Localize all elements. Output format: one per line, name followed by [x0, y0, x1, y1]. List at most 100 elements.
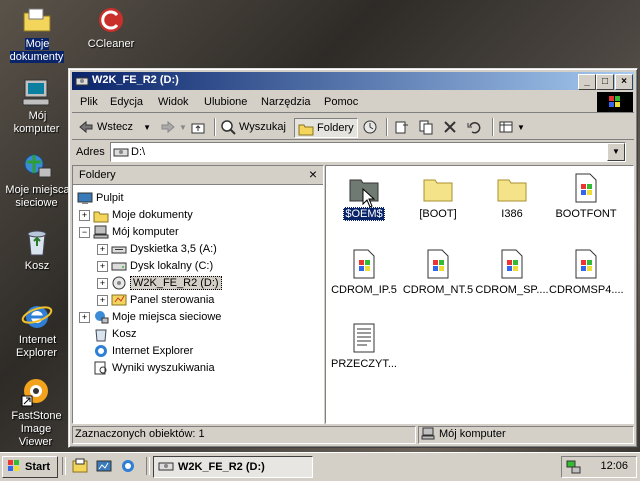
expand-icon[interactable]: + — [97, 261, 108, 272]
tree-label: Dyskietka 3,5 (A:) — [130, 243, 217, 255]
history-icon — [362, 119, 378, 135]
desktop-icon-label: CCleaner — [87, 38, 135, 50]
copy-to-icon — [418, 119, 434, 135]
close-folders-pane-button[interactable]: × — [309, 166, 317, 182]
delete-button[interactable] — [442, 118, 461, 136]
hard-drive-icon — [111, 258, 127, 274]
network-tray-icon[interactable] — [566, 459, 582, 478]
desktop-icon-faststone[interactable]: FastStone Image Viewer — [2, 376, 70, 449]
tree-item-floppy[interactable]: Dyskietka 3,5 (A:) — [111, 241, 217, 257]
tree-item-local-disk[interactable]: Dysk lokalny (C:) — [111, 258, 213, 274]
expand-icon[interactable]: + — [97, 295, 108, 306]
file-item-boot[interactable]: [BOOT] — [400, 172, 476, 220]
internet-explorer-icon — [93, 343, 109, 359]
up-folder-button[interactable] — [190, 118, 209, 136]
status-bar: Zaznaczonych obiektów: 1 Mój komputer — [72, 425, 634, 444]
search-button[interactable]: Wyszukaj — [220, 118, 286, 136]
folders-button[interactable]: Foldery — [294, 118, 358, 138]
title-bar[interactable]: W2K_FE_R2 (D:) _ □ × — [72, 72, 634, 90]
file-item-przeczyt[interactable]: PRZECZYT... — [326, 322, 402, 370]
expand-icon[interactable]: + — [79, 210, 90, 221]
quicklaunch-show-desktop-icon[interactable] — [96, 458, 112, 477]
menu-edit[interactable]: Edycja — [110, 96, 143, 108]
search-icon — [220, 119, 236, 135]
status-selected-panel: Zaznaczonych obiektów: 1 — [72, 426, 416, 444]
taskbar-window-button[interactable]: W2K_FE_R2 (D:) — [153, 456, 313, 478]
menu-help[interactable]: Pomoc — [324, 96, 358, 108]
tree-item-my-documents[interactable]: Moje dokumenty — [93, 207, 193, 223]
tree-item-search-results[interactable]: Wyniki wyszukiwania — [93, 360, 215, 376]
tree-item-internet-explorer[interactable]: Internet Explorer — [93, 343, 193, 359]
text-file-icon — [348, 322, 380, 354]
file-name: CDROM_IP.5 — [331, 284, 397, 296]
views-icon — [498, 119, 514, 135]
expand-icon[interactable]: + — [97, 278, 108, 289]
copy-to-button[interactable] — [418, 118, 437, 136]
system-file-icon — [422, 248, 454, 280]
file-item-bootfont[interactable]: BOOTFONT — [548, 172, 624, 220]
file-item-cdrom-sp[interactable]: CDROM_SP.... — [474, 248, 550, 296]
close-button[interactable]: × — [615, 74, 633, 90]
tree-item-network-places[interactable]: Moje miejsca sieciowe — [93, 309, 221, 325]
back-label: Wstecz — [97, 121, 134, 133]
tree-label: Moje dokumenty — [112, 209, 193, 221]
address-value: D:\ — [131, 146, 146, 158]
file-item-cdrom-ip[interactable]: CDROM_IP.5 — [326, 248, 402, 296]
folder-icon — [422, 172, 454, 204]
desktop-icon-my-documents[interactable]: Moje dokumenty — [4, 4, 70, 64]
views-button[interactable]: ▼ — [498, 118, 525, 136]
forward-button[interactable]: ▼ — [160, 118, 187, 136]
desktop-icon-internet-explorer[interactable]: Internet Explorer — [4, 300, 70, 360]
tree-item-my-computer[interactable]: Mój komputer — [93, 224, 179, 240]
tree-item-recycle-bin[interactable]: Kosz — [93, 326, 136, 342]
internet-explorer-icon — [21, 300, 53, 332]
maximize-button[interactable]: □ — [596, 74, 614, 90]
move-to-button[interactable] — [394, 118, 413, 136]
minimize-button[interactable]: _ — [578, 74, 596, 90]
menu-view[interactable]: Widok — [158, 96, 189, 108]
expand-icon[interactable]: + — [79, 312, 90, 323]
file-name: PRZECZYT... — [330, 358, 397, 370]
tree-item-desktop[interactable]: Pulpit — [77, 190, 124, 206]
quicklaunch-internet-explorer-icon[interactable] — [120, 458, 136, 477]
menu-tools[interactable]: Narzędzia — [261, 96, 311, 108]
back-dropdown-icon[interactable]: ▼ — [143, 123, 151, 132]
desktop-icon-ccleaner[interactable]: CCleaner — [78, 4, 144, 51]
desktop-icon-label: Moje dokumenty — [9, 38, 65, 63]
tree-label-selected: W2K_FE_R2 (D:) — [130, 276, 222, 290]
address-dropdown-icon[interactable]: ▼ — [607, 143, 625, 161]
desktop-icon-recycle-bin[interactable]: Kosz — [4, 226, 70, 273]
desktop-icon-network-places[interactable]: Moje miejsca sieciowe — [4, 150, 70, 210]
computer-icon — [21, 76, 53, 108]
file-item-cdromsp4[interactable]: CDROMSP4.... — [548, 248, 624, 296]
expand-icon[interactable]: + — [97, 244, 108, 255]
cd-drive-icon — [111, 275, 127, 291]
desktop-icon-my-computer[interactable]: Mój komputer — [4, 76, 70, 136]
file-item-i386[interactable]: I386 — [474, 172, 550, 220]
history-button[interactable] — [362, 118, 381, 136]
start-button[interactable]: Start — [2, 456, 58, 478]
undo-icon — [466, 119, 482, 135]
network-icon — [21, 150, 53, 182]
quicklaunch-explorer-icon[interactable] — [72, 458, 88, 477]
clock[interactable]: 12:06 — [600, 460, 628, 472]
taskbar-window-label: W2K_FE_R2 (D:) — [178, 461, 265, 473]
address-label: Adres — [76, 146, 105, 158]
address-input[interactable]: D:\ ▼ — [110, 142, 626, 162]
file-item-cdrom-nt[interactable]: CDROM_NT.5 — [400, 248, 476, 296]
folders-icon — [298, 120, 314, 136]
system-file-icon — [348, 248, 380, 280]
tree-item-cd-drive[interactable]: W2K_FE_R2 (D:) — [111, 275, 222, 291]
menu-favorites[interactable]: Ulubione — [204, 96, 247, 108]
taskbar: Start W2K_FE_R2 (D:) 12:06 — [0, 452, 640, 481]
system-file-icon — [570, 248, 602, 280]
folders-pane-header: Foldery × — [73, 166, 323, 185]
undo-button[interactable] — [466, 118, 485, 136]
drive-icon — [75, 74, 89, 88]
tree-item-control-panel[interactable]: Panel sterowania — [111, 292, 214, 308]
file-name: CDROMSP4.... — [549, 284, 624, 296]
menu-file[interactable]: Plik — [80, 96, 98, 108]
system-file-icon — [496, 248, 528, 280]
back-button[interactable]: Wstecz ▼ — [78, 118, 151, 136]
collapse-icon[interactable]: − — [79, 227, 90, 238]
